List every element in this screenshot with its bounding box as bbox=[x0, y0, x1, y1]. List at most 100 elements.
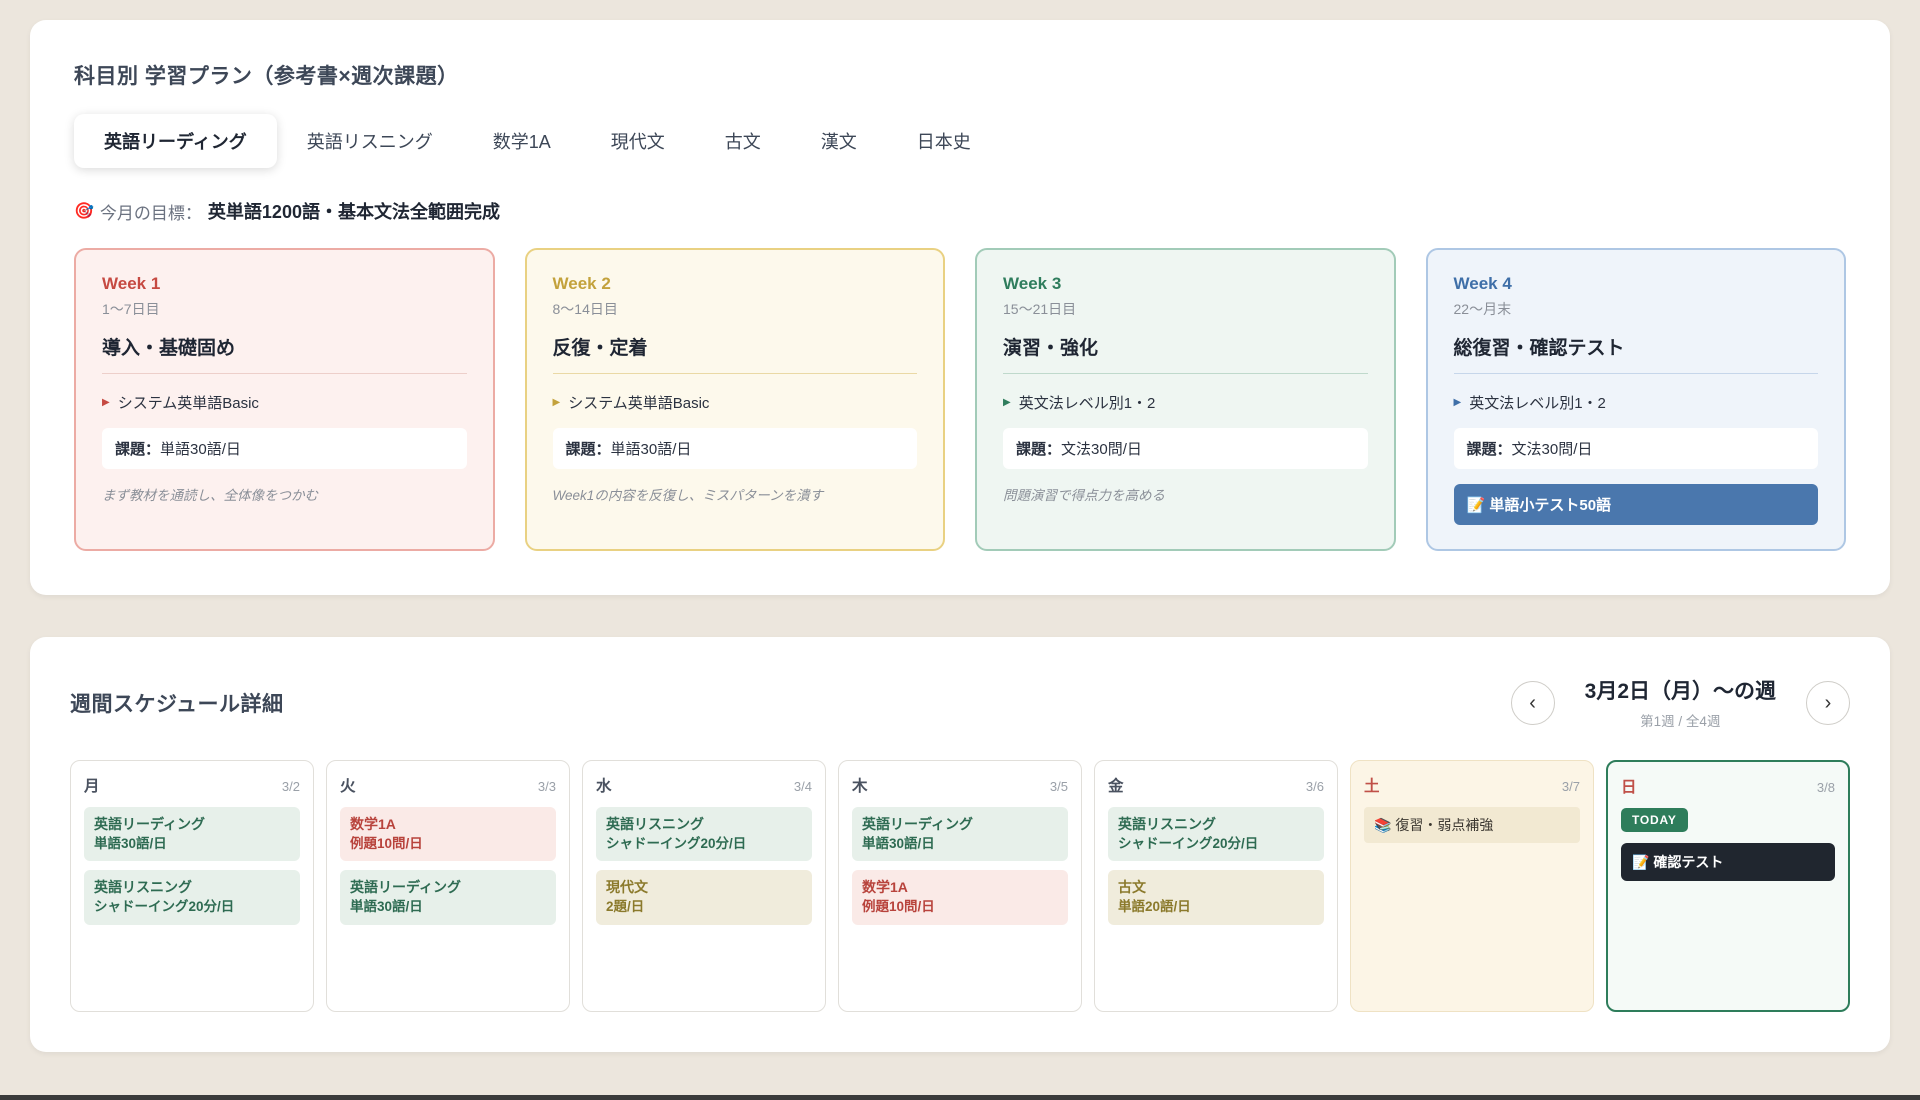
week-day-range: 8〜14日目 bbox=[553, 299, 918, 319]
item-subject: 英語リーディング bbox=[94, 815, 290, 835]
task-label: 課題： bbox=[1016, 441, 1061, 458]
bottom-window-edge bbox=[0, 1095, 1920, 1100]
item-task: 例題10問/日 bbox=[350, 835, 546, 854]
week-label: 3月2日（月）〜の週 bbox=[1585, 675, 1776, 705]
week-name: Week 4 bbox=[1454, 274, 1819, 294]
week-book: ▶ 英文法レベル別1・2 bbox=[1003, 392, 1368, 413]
task-label: 課題： bbox=[566, 441, 611, 458]
week-progress: 第1週 / 全4週 bbox=[1585, 710, 1776, 730]
tab-japanese-history[interactable]: 日本史 bbox=[887, 114, 1001, 168]
memo-icon: 📝 bbox=[1632, 854, 1649, 870]
day-name: 金 bbox=[1108, 774, 1124, 796]
tab-english-reading[interactable]: 英語リーディング bbox=[74, 114, 277, 168]
day-header: 月 3/2 bbox=[84, 774, 300, 796]
day-date: 3/4 bbox=[794, 779, 812, 794]
day-date: 3/8 bbox=[1817, 780, 1835, 795]
tab-classical-japanese[interactable]: 古文 bbox=[695, 114, 791, 168]
tab-math-1a[interactable]: 数学1A bbox=[463, 114, 581, 168]
task-label: 課題： bbox=[1467, 441, 1512, 458]
day-name: 火 bbox=[340, 774, 356, 796]
task-value: 文法30問/日 bbox=[1512, 441, 1593, 458]
item-task: 単語30語/日 bbox=[94, 835, 290, 854]
schedule-title: 週間スケジュール詳細 bbox=[70, 688, 284, 718]
review-item: 📚 復習・弱点補強 bbox=[1364, 807, 1580, 843]
mini-test-label: 単語小テスト50語 bbox=[1489, 497, 1611, 514]
week-cards: Week 1 1〜7日目 導入・基礎固め ▶ システム英単語Basic 課題：単… bbox=[74, 248, 1846, 551]
item-subject: 英語リスニング bbox=[94, 878, 290, 898]
week-phase-title: 導入・基礎固め bbox=[102, 333, 467, 374]
week-phase-title: 演習・強化 bbox=[1003, 333, 1368, 374]
monthly-goal: 🎯 今月の目標： 英単語1200語・基本文法全範囲完成 bbox=[74, 198, 1846, 224]
play-icon: ▶ bbox=[102, 397, 110, 408]
day-name: 日 bbox=[1621, 775, 1637, 797]
day-header: 金 3/6 bbox=[1108, 774, 1324, 796]
next-week-button[interactable]: › bbox=[1806, 681, 1850, 725]
schedule-item: 英語リスニング シャドーイング20分/日 bbox=[1108, 807, 1324, 861]
task-value: 文法30問/日 bbox=[1061, 441, 1142, 458]
target-icon: 🎯 bbox=[74, 201, 94, 221]
schedule-item: 英語リスニング シャドーイング20分/日 bbox=[596, 807, 812, 861]
day-header: 日 3/8 bbox=[1621, 775, 1835, 797]
item-task: 単語30語/日 bbox=[862, 835, 1058, 854]
week-task-box: 課題：単語30語/日 bbox=[102, 428, 467, 469]
week-task-box: 課題：単語30語/日 bbox=[553, 428, 918, 469]
play-icon: ▶ bbox=[1454, 397, 1462, 408]
tab-modern-japanese[interactable]: 現代文 bbox=[581, 114, 695, 168]
item-task: 2題/日 bbox=[606, 898, 802, 917]
week-task-box: 課題：文法30問/日 bbox=[1454, 428, 1819, 469]
schedule-item: 英語リーディング 単語30語/日 bbox=[340, 870, 556, 924]
tab-english-listening[interactable]: 英語リスニング bbox=[277, 114, 463, 168]
day-date: 3/3 bbox=[538, 779, 556, 794]
tab-kanbun[interactable]: 漢文 bbox=[791, 114, 887, 168]
week-name: Week 3 bbox=[1003, 274, 1368, 294]
week-1-card: Week 1 1〜7日目 導入・基礎固め ▶ システム英単語Basic 課題：単… bbox=[74, 248, 495, 551]
item-task: 単語30語/日 bbox=[350, 898, 546, 917]
chevron-right-icon: › bbox=[1825, 693, 1832, 713]
goal-label: 今月の目標： bbox=[100, 199, 202, 224]
item-subject: 英語リスニング bbox=[1118, 815, 1314, 835]
day-name: 土 bbox=[1364, 774, 1380, 796]
week-phase-title: 総復習・確認テスト bbox=[1454, 333, 1819, 374]
week-2-card: Week 2 8〜14日目 反復・定着 ▶ システム英単語Basic 課題：単語… bbox=[525, 248, 946, 551]
week-book: ▶ システム英単語Basic bbox=[553, 392, 918, 413]
item-subject: 数学1A bbox=[350, 815, 546, 835]
day-date: 3/5 bbox=[1050, 779, 1068, 794]
book-title: 英文法レベル別1・2 bbox=[1469, 392, 1606, 413]
day-date: 3/7 bbox=[1562, 779, 1580, 794]
schedule-item: 英語リスニング シャドーイング20分/日 bbox=[84, 870, 300, 924]
day-header: 土 3/7 bbox=[1364, 774, 1580, 796]
plan-title: 科目別 学習プラン（参考書×週次課題） bbox=[74, 60, 1846, 90]
item-subject: 英語リーディング bbox=[862, 815, 1058, 835]
task-label: 課題： bbox=[115, 441, 160, 458]
play-icon: ▶ bbox=[1003, 397, 1011, 408]
chevron-left-icon: ‹ bbox=[1529, 693, 1536, 713]
week-day-range: 15〜21日目 bbox=[1003, 299, 1368, 319]
week-book: ▶ システム英単語Basic bbox=[102, 392, 467, 413]
schedule-item: 英語リーディング 単語30語/日 bbox=[84, 807, 300, 861]
day-column-mon: 月 3/2 英語リーディング 単語30語/日 英語リスニング シャドーイング20… bbox=[70, 760, 314, 1012]
schedule-header: 週間スケジュール詳細 ‹ 3月2日（月）〜の週 第1週 / 全4週 › bbox=[70, 675, 1850, 730]
week-note: Week1の内容を反復し、ミスパターンを潰す bbox=[553, 484, 918, 504]
item-task: 単語20語/日 bbox=[1118, 898, 1314, 917]
day-date: 3/6 bbox=[1306, 779, 1324, 794]
book-title: システム英単語Basic bbox=[118, 392, 259, 413]
day-column-sat: 土 3/7 📚 復習・弱点補強 bbox=[1350, 760, 1594, 1012]
schedule-item: 数学1A 例題10問/日 bbox=[340, 807, 556, 861]
subject-tabs: 英語リーディング 英語リスニング 数学1A 現代文 古文 漢文 日本史 bbox=[74, 114, 1846, 168]
day-date: 3/2 bbox=[282, 779, 300, 794]
item-subject: 数学1A bbox=[862, 878, 1058, 898]
books-icon: 📚 bbox=[1374, 817, 1391, 833]
book-title: システム英単語Basic bbox=[568, 392, 709, 413]
day-column-thu: 木 3/5 英語リーディング 単語30語/日 数学1A 例題10問/日 bbox=[838, 760, 1082, 1012]
item-task: シャドーイング20分/日 bbox=[1118, 835, 1314, 854]
prev-week-button[interactable]: ‹ bbox=[1511, 681, 1555, 725]
day-header: 木 3/5 bbox=[852, 774, 1068, 796]
week-3-card: Week 3 15〜21日目 演習・強化 ▶ 英文法レベル別1・2 課題：文法3… bbox=[975, 248, 1396, 551]
item-subject: 古文 bbox=[1118, 878, 1314, 898]
schedule-item: 古文 単語20語/日 bbox=[1108, 870, 1324, 924]
confirmation-test-item: 📝 確認テスト bbox=[1621, 843, 1835, 881]
item-task: シャドーイング20分/日 bbox=[94, 898, 290, 917]
day-name: 水 bbox=[596, 774, 612, 796]
task-value: 単語30語/日 bbox=[611, 441, 692, 458]
week-note: まず教材を通読し、全体像をつかむ bbox=[102, 484, 467, 504]
